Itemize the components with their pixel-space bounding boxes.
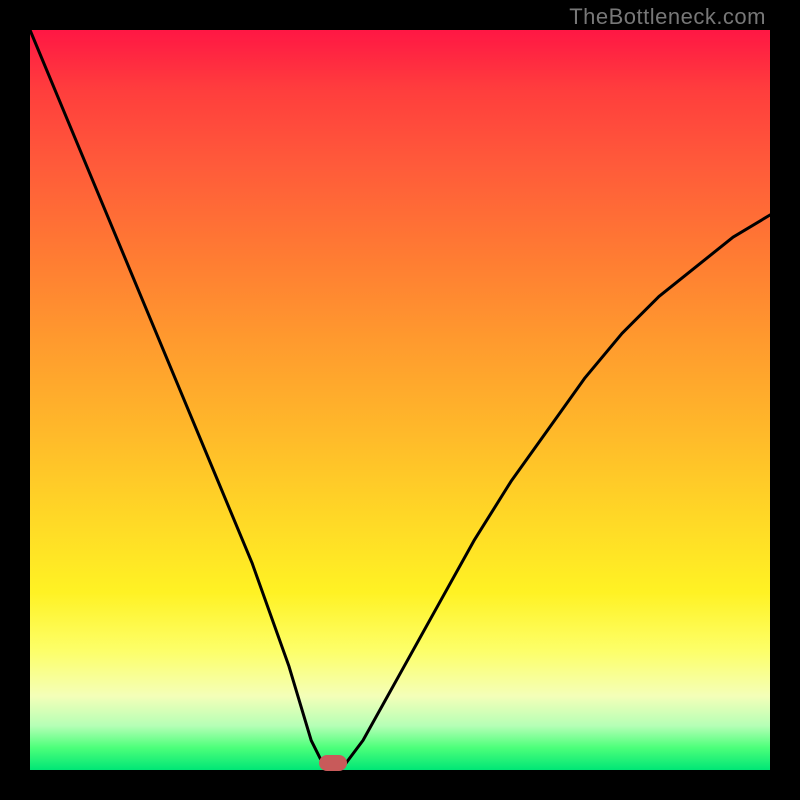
- optimal-point-marker: [319, 755, 347, 771]
- plot-area: [30, 30, 770, 770]
- bottleneck-curve: [30, 30, 770, 770]
- chart-frame: TheBottleneck.com: [0, 0, 800, 800]
- watermark-text: TheBottleneck.com: [569, 4, 766, 30]
